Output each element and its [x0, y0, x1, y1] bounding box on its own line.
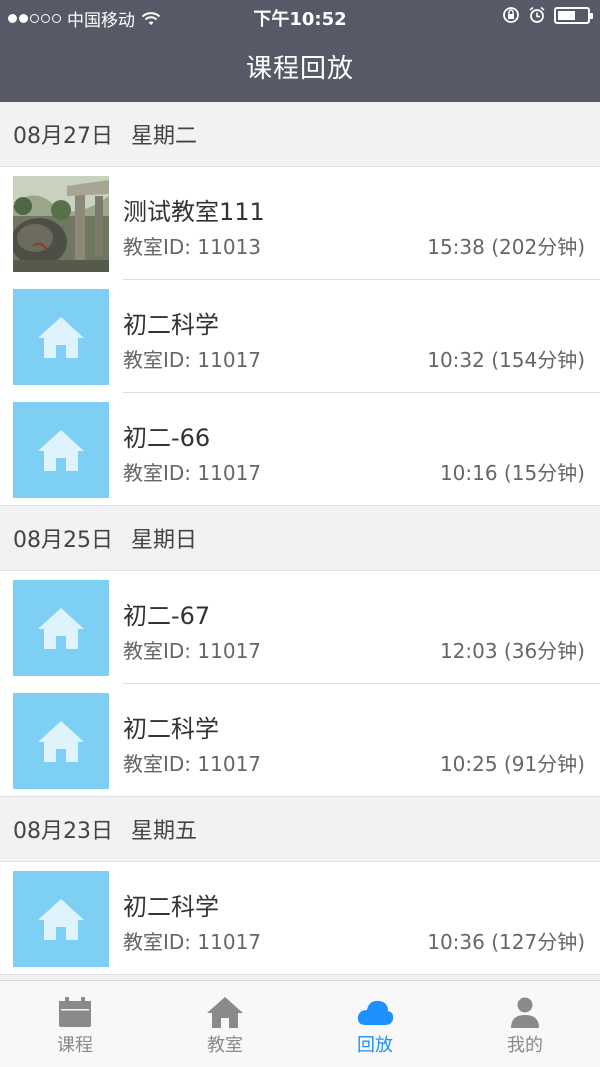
- section-weekday: 星期日: [131, 528, 198, 553]
- item-name: 初二科学: [123, 893, 219, 921]
- item-room-id: 教室ID: 11017: [123, 348, 262, 372]
- house-icon: [38, 721, 84, 762]
- tab-label: 我的: [507, 1035, 543, 1056]
- section-date: 08月27日: [13, 124, 113, 149]
- rotation-lock-icon: [503, 7, 519, 23]
- item-thumbnail: [13, 176, 109, 272]
- tab-label: 课程: [57, 1035, 93, 1056]
- playback-item[interactable]: 初二科学教室ID: 11017 10:25 (91分钟): [0, 684, 600, 797]
- item-room-id: 教室ID: 11013: [123, 235, 262, 259]
- item-time: 10:36 (127分钟): [427, 930, 585, 954]
- tab-label: 教室: [207, 1035, 243, 1056]
- item-name: 初二-66: [123, 424, 211, 452]
- item-name: 初二-67: [123, 602, 211, 630]
- section-date: 08月25日: [13, 528, 113, 553]
- divider: [0, 505, 600, 506]
- alarm-icon: [529, 6, 545, 23]
- item-time: 10:32 (154分钟): [427, 348, 585, 372]
- calendar-icon: [59, 997, 91, 1027]
- item-thumbnail: [13, 871, 109, 967]
- section-header: 08月25日 星期日: [0, 506, 600, 571]
- divider: [0, 974, 600, 975]
- house-icon: [38, 430, 84, 471]
- tab-home[interactable]: 教室: [150, 981, 300, 1067]
- section-weekday: 星期五: [131, 819, 198, 844]
- home-icon: [207, 997, 243, 1028]
- item-room-id: 教室ID: 11017: [123, 752, 262, 776]
- tab-calendar[interactable]: 课程: [0, 981, 150, 1067]
- header: 中国移动 下午10:52 课程回放: [0, 0, 600, 102]
- battery-icon: [554, 6, 593, 24]
- item-thumbnail: [13, 402, 109, 498]
- tab-bar: 课程 教室 回放 我的: [0, 980, 600, 1067]
- playback-list[interactable]: 08月27日 星期二测试教室111 教室ID: 11013 15:38 (202分钟)…: [0, 102, 600, 980]
- item-name: 初二科学: [123, 311, 219, 339]
- item-time: 15:38 (202分钟): [427, 235, 585, 259]
- item-time: 12:03 (36分钟): [439, 639, 585, 663]
- classroom-photo: [13, 176, 109, 272]
- item-room-id: 教室ID: 11017: [123, 639, 262, 663]
- item-time: 10:16 (15分钟): [439, 461, 585, 485]
- playback-item[interactable]: 初二-66 教室ID: 11017 10:16 (15分钟): [0, 393, 600, 506]
- house-icon: [38, 608, 84, 649]
- house-icon: [38, 899, 84, 940]
- tab-cloud[interactable]: 回放: [300, 981, 450, 1067]
- item-thumbnail: [13, 289, 109, 385]
- tab-label: 回放: [357, 1035, 393, 1056]
- app: 中国移动 下午10:52 课程回放 08月27日 星期二 测试教室111 教室I…: [0, 0, 600, 1067]
- item-name: 初二科学: [123, 715, 219, 743]
- divider: [0, 796, 600, 797]
- playback-item[interactable]: 初二科学教室ID: 11017 10:36 (127分钟): [0, 862, 600, 975]
- item-thumbnail: [13, 580, 109, 676]
- status-bar: 中国移动 下午10:52: [0, 0, 600, 34]
- item-name: 测试教室111: [123, 198, 265, 226]
- item-time: 10:25 (91分钟): [439, 752, 585, 776]
- cloud-icon: [357, 1000, 394, 1025]
- playback-item[interactable]: 测试教室111 教室ID: 11013 15:38 (202分钟): [0, 167, 600, 280]
- playback-item[interactable]: 初二-67 教室ID: 11017 12:03 (36分钟): [0, 571, 600, 684]
- section-header: 08月23日 星期五: [0, 797, 600, 862]
- section-header: 08月27日 星期二: [0, 102, 600, 167]
- item-room-id: 教室ID: 11017: [123, 461, 262, 485]
- page-title: 课程回放: [245, 54, 354, 84]
- person-icon: [511, 997, 539, 1028]
- tab-person[interactable]: 我的: [450, 981, 600, 1067]
- item-room-id: 教室ID: 11017: [123, 930, 262, 954]
- playback-item[interactable]: 初二科学教室ID: 11017 10:32 (154分钟): [0, 280, 600, 393]
- house-icon: [38, 317, 84, 358]
- section-date: 08月23日: [13, 819, 113, 844]
- item-thumbnail: [13, 693, 109, 789]
- section-weekday: 星期二: [131, 124, 198, 149]
